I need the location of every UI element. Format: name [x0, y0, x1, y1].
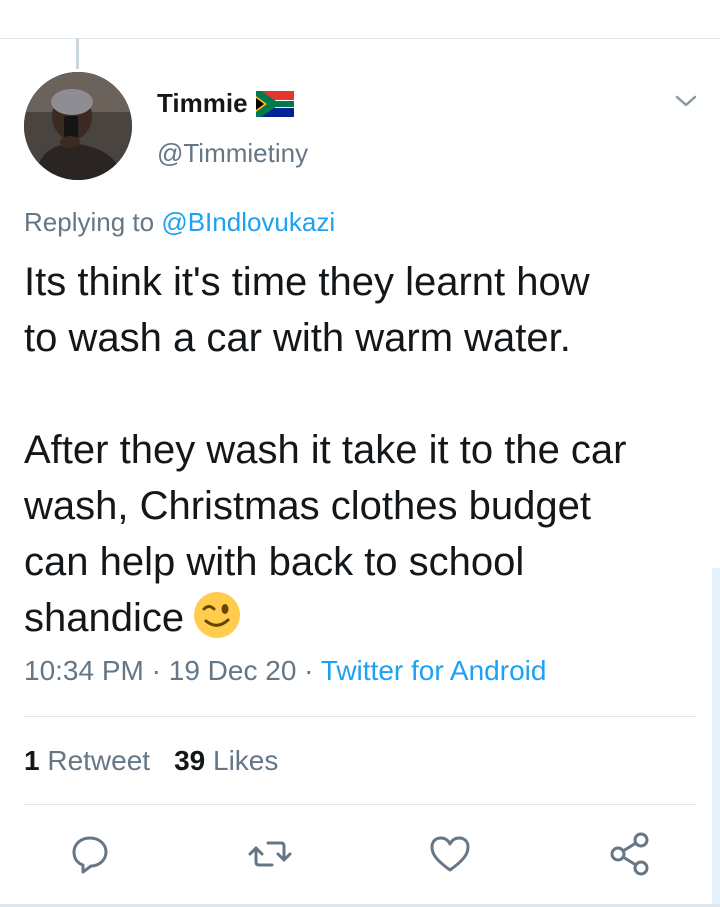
meta-separator: ·	[143, 655, 169, 686]
tweet-meta: 10:34 PM · 19 Dec 20 · Twitter for Andro…	[24, 655, 546, 687]
retweet-button[interactable]	[246, 830, 294, 878]
winking-face-icon	[194, 592, 241, 638]
action-bar	[0, 830, 720, 880]
reply-mention-link[interactable]: @BIndlovukazi	[161, 207, 335, 237]
like-button[interactable]	[426, 830, 474, 878]
tweet-stats: 1 Retweet 39 Likes	[24, 745, 278, 777]
reply-icon	[72, 836, 108, 874]
retweet-label: Retweet	[47, 745, 151, 776]
top-divider	[0, 38, 720, 39]
tweet-source-link[interactable]: Twitter for Android	[321, 655, 547, 686]
share-icon	[610, 832, 649, 876]
retweet-count: 1	[24, 745, 40, 776]
like-label: Likes	[213, 745, 279, 776]
retweet-icon	[248, 841, 292, 867]
reply-button[interactable]	[66, 830, 114, 878]
display-name-text: Timmie	[157, 88, 248, 118]
tweet-text: Its think it's time they learnt how to w…	[24, 260, 627, 640]
user-handle[interactable]: @Timmietiny	[157, 138, 308, 169]
tweet-body: Its think it's time they learnt how to w…	[24, 254, 704, 646]
tweet-date: 19 Dec 20	[168, 655, 297, 686]
tweet-time: 10:34 PM	[24, 655, 144, 686]
thread-connector-line	[76, 38, 79, 69]
south-africa-flag-icon	[255, 90, 294, 117]
share-button[interactable]	[606, 830, 654, 878]
divider	[24, 716, 696, 717]
avatar[interactable]	[24, 72, 132, 180]
replying-to-line: Replying to @BIndlovukazi	[24, 207, 335, 238]
scrollbar[interactable]	[712, 568, 720, 907]
divider	[24, 804, 696, 805]
chevron-down-icon[interactable]	[672, 90, 700, 112]
replying-prefix: Replying to	[24, 207, 155, 237]
like-stat[interactable]: 39 Likes	[174, 745, 278, 776]
retweet-stat[interactable]: 1 Retweet	[24, 745, 150, 776]
display-name[interactable]: Timmie	[157, 88, 294, 119]
like-count: 39	[174, 745, 206, 776]
like-icon	[430, 836, 470, 872]
meta-separator: ·	[296, 655, 321, 686]
